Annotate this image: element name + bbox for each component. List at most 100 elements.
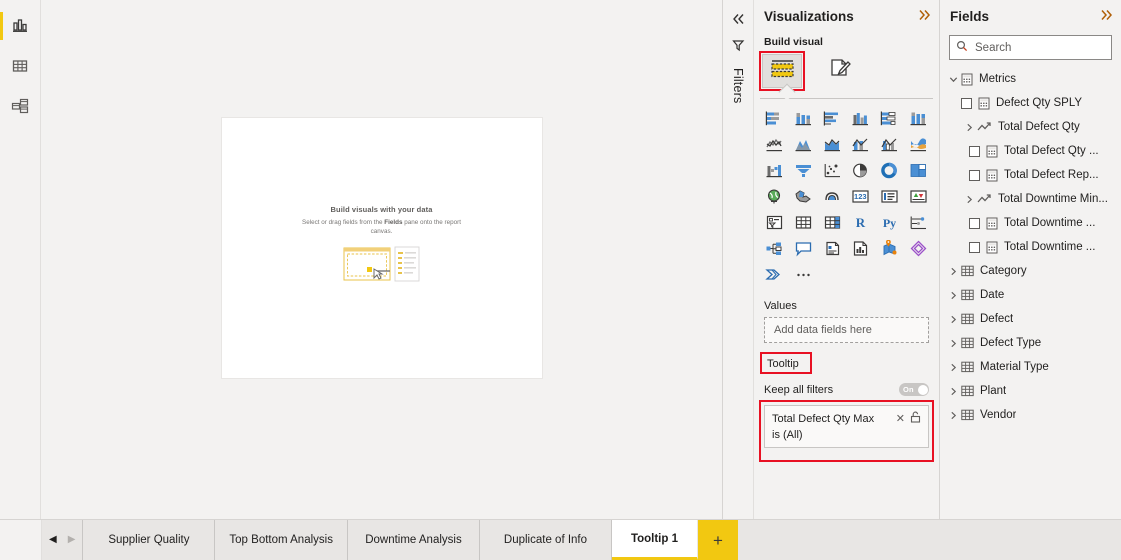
page-tab-active[interactable]: Tooltip 1: [611, 520, 698, 560]
main-body: Build visuals with your data Select or d…: [0, 0, 1121, 519]
scatter-chart-icon[interactable]: [818, 158, 847, 182]
filled-map-icon[interactable]: [789, 184, 818, 208]
field-tree-node[interactable]: Plant: [940, 379, 1121, 403]
tooltip-filter-card[interactable]: Total Defect Qty Max ✕ is (All): [764, 405, 929, 448]
power-automate-icon[interactable]: [760, 262, 789, 286]
azure-map-icon[interactable]: [875, 236, 904, 260]
field-tree-node[interactable]: Total Defect Qty ...: [940, 139, 1121, 163]
field-checkbox[interactable]: [969, 145, 980, 157]
ribbon-chart-icon[interactable]: [904, 132, 933, 156]
smart-narrative-icon[interactable]: [818, 236, 847, 260]
collapse-filters-button[interactable]: [724, 8, 752, 34]
area-chart-icon[interactable]: [789, 132, 818, 156]
search-box[interactable]: [949, 35, 1121, 60]
field-tree-node[interactable]: Date: [940, 283, 1121, 307]
rail-item-report-view[interactable]: [0, 6, 41, 46]
field-checkbox[interactable]: [969, 169, 980, 181]
field-tree-node[interactable]: Total Downtime ...: [940, 235, 1121, 259]
chevron-right-icon[interactable]: [945, 267, 961, 276]
field-tree-node[interactable]: Vendor: [940, 403, 1121, 427]
field-tree-node[interactable]: Material Type: [940, 355, 1121, 379]
chevron-right-icon[interactable]: [961, 195, 977, 204]
100-stacked-bar-chart-icon[interactable]: [875, 106, 904, 130]
expand-visualizations-button[interactable]: [917, 8, 931, 24]
add-page-button[interactable]: +: [697, 520, 738, 560]
key-influencers-icon[interactable]: [904, 210, 933, 234]
page-tab[interactable]: Duplicate of Info: [479, 520, 612, 560]
search-input[interactable]: [973, 40, 1121, 55]
field-tree-node[interactable]: Total Downtime ...: [940, 211, 1121, 235]
multi-row-card-icon[interactable]: [875, 184, 904, 208]
card-icon[interactable]: 123: [847, 184, 876, 208]
values-dropzone[interactable]: Add data fields here: [764, 317, 929, 343]
chevron-right-icon[interactable]: [945, 339, 961, 348]
keep-all-filters-toggle[interactable]: On: [899, 383, 929, 396]
chevron-right-icon[interactable]: [945, 387, 961, 396]
close-x-icon[interactable]: ✕: [896, 412, 905, 425]
rail-item-data-view[interactable]: [0, 46, 41, 86]
report-page-canvas[interactable]: Build visuals with your data Select or d…: [221, 117, 542, 378]
power-apps-icon[interactable]: [904, 236, 933, 260]
page-tab[interactable]: Supplier Quality: [83, 520, 216, 560]
stacked-area-chart-icon[interactable]: [818, 132, 847, 156]
chevron-right-icon[interactable]: [945, 315, 961, 324]
format-visual-tab[interactable]: [820, 54, 860, 88]
pie-chart-icon[interactable]: [847, 158, 876, 182]
decomposition-tree-icon[interactable]: [760, 236, 789, 260]
chevron-down-icon[interactable]: [945, 75, 961, 84]
chevron-right-icon[interactable]: [961, 123, 977, 132]
field-tree-node[interactable]: Total Defect Qty: [940, 115, 1121, 139]
report-canvas-area[interactable]: Build visuals with your data Select or d…: [41, 0, 723, 519]
table-icon[interactable]: [789, 210, 818, 234]
field-tree-node[interactable]: Metrics: [940, 67, 1121, 91]
bar-chart-icon: [11, 17, 29, 35]
paginated-report-icon[interactable]: [847, 236, 876, 260]
field-checkbox[interactable]: [969, 217, 980, 229]
chevron-right-icon[interactable]: [945, 411, 961, 420]
qa-visual-icon[interactable]: [789, 236, 818, 260]
clustered-column-chart-icon[interactable]: [847, 106, 876, 130]
unlocked-padlock-icon[interactable]: [910, 411, 921, 426]
more-options-icon[interactable]: [789, 262, 818, 286]
chevron-right-icon[interactable]: [945, 363, 961, 372]
chevron-right-icon[interactable]: [945, 291, 961, 300]
funnel-chart-icon[interactable]: [789, 158, 818, 182]
field-checkbox[interactable]: [961, 97, 972, 109]
filters-pane-collapsed[interactable]: Filters: [723, 0, 754, 519]
python-visual-icon[interactable]: Py: [875, 210, 904, 234]
r-script-visual-icon[interactable]: R: [847, 210, 876, 234]
field-tree-node[interactable]: Defect Qty SPLY: [940, 91, 1121, 115]
rail-item-model-view[interactable]: [0, 86, 41, 126]
clustered-bar-chart-icon[interactable]: [818, 106, 847, 130]
page-tab[interactable]: Top Bottom Analysis: [215, 520, 348, 560]
line-and-stacked-column-chart-icon[interactable]: [847, 132, 876, 156]
line-chart-icon[interactable]: [760, 132, 789, 156]
triangle-right-icon[interactable]: ▶: [68, 535, 76, 545]
arcgis-map-icon[interactable]: [818, 184, 847, 208]
build-visual-tab[interactable]: [759, 51, 805, 91]
stacked-bar-chart-icon[interactable]: [760, 106, 789, 130]
measure-icon: [986, 241, 998, 254]
field-tree-node[interactable]: Total Defect Rep...: [940, 163, 1121, 187]
field-label: Defect Type: [980, 337, 1042, 349]
triangle-left-icon[interactable]: ◀: [49, 535, 57, 545]
100-stacked-column-chart-icon[interactable]: [904, 106, 933, 130]
kpi-icon[interactable]: [904, 184, 933, 208]
field-tree-node[interactable]: Category: [940, 259, 1121, 283]
treemap-icon[interactable]: [904, 158, 933, 182]
field-checkbox[interactable]: [969, 241, 980, 253]
waterfall-chart-icon[interactable]: [760, 158, 789, 182]
line-and-clustered-column-chart-icon[interactable]: [875, 132, 904, 156]
field-tree-node[interactable]: Defect Type: [940, 331, 1121, 355]
slicer-icon[interactable]: [760, 210, 789, 234]
map-icon[interactable]: [760, 184, 789, 208]
matrix-icon[interactable]: [818, 210, 847, 234]
stacked-column-chart-icon[interactable]: [789, 106, 818, 130]
filter-card-field-name: Total Defect Qty Max: [772, 412, 875, 425]
field-tree-node[interactable]: Defect: [940, 307, 1121, 331]
field-tree-node[interactable]: Total Downtime Min...: [940, 187, 1121, 211]
filters-pane-label[interactable]: Filters: [731, 68, 745, 103]
page-tab[interactable]: Downtime Analysis: [347, 520, 480, 560]
donut-chart-icon[interactable]: [875, 158, 904, 182]
expand-fields-button[interactable]: [1099, 8, 1113, 24]
